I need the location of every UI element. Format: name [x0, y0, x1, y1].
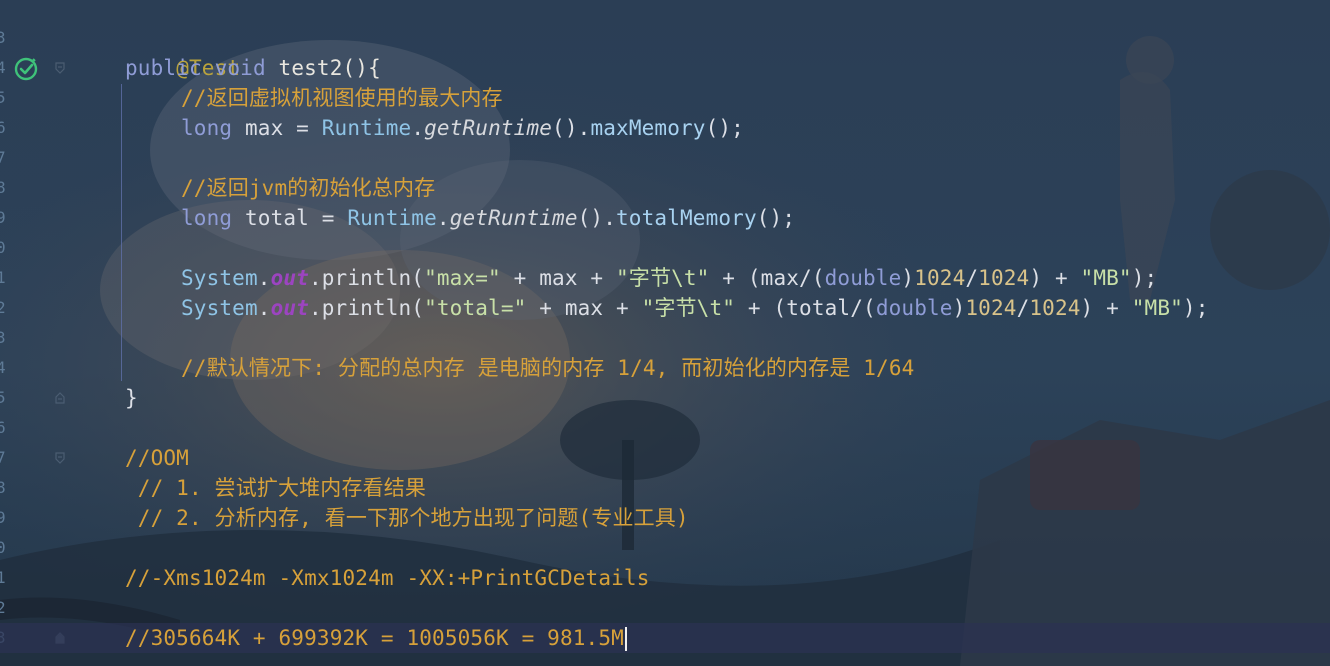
- code-line[interactable]: //默认情况下: 分配的总内存 是电脑的内存 1/4, 而初始化的内存是 1/6…: [181, 353, 914, 383]
- code-line[interactable]: @Test: [125, 23, 240, 80]
- keyword: void: [214, 56, 266, 80]
- code-line[interactable]: long total = Runtime.getRuntime().totalM…: [181, 203, 795, 233]
- code-text: /: [1016, 296, 1030, 320]
- code-line[interactable]: System.out.println("max=" + max + "字节\t"…: [181, 263, 1157, 293]
- class-name: Runtime: [321, 116, 412, 140]
- method-declaration: test2(){: [278, 56, 381, 80]
- code-text: /: [965, 266, 979, 290]
- string-literal: "字节\t": [641, 296, 736, 320]
- closing-brace: }: [125, 386, 138, 410]
- code-text: ) +: [1080, 296, 1132, 320]
- comment: //-Xms1024m -Xmx1024m -XX:+PrintGCDetail…: [125, 566, 650, 590]
- static-method: getRuntime: [449, 206, 578, 230]
- static-field: out: [270, 296, 309, 320]
- static-method: getRuntime: [424, 116, 553, 140]
- number-literal: 1024: [1029, 296, 1081, 320]
- code-text: );: [1131, 266, 1158, 290]
- class-name: System: [181, 266, 258, 290]
- code-text: .println(: [308, 266, 425, 290]
- code-line[interactable]: long max = Runtime.getRuntime().maxMemor…: [181, 113, 744, 143]
- text-cursor: [624, 627, 627, 651]
- code-text: + (max/(: [709, 266, 825, 290]
- comment: //返回虚拟机视图使用的最大内存: [181, 86, 503, 110]
- comment: // 2. 分析内存, 看一下那个地方出现了问题(专业工具): [125, 506, 689, 530]
- code-text: ) +: [1029, 266, 1081, 290]
- code-text: );: [1182, 296, 1209, 320]
- code-text: ().: [577, 206, 617, 230]
- number-literal: 1024: [914, 266, 966, 290]
- code-text: ): [901, 266, 915, 290]
- string-literal: "字节\t": [616, 266, 710, 290]
- comment: // 1. 尝试扩大堆内存看结果: [125, 476, 427, 500]
- string-literal: "total=": [424, 296, 527, 320]
- code-text: max =: [232, 116, 322, 140]
- keyword: long: [181, 116, 233, 140]
- code-text: .: [257, 266, 271, 290]
- code-line[interactable]: //返回虚拟机视图使用的最大内存: [181, 83, 503, 113]
- code-text: .: [257, 296, 271, 320]
- keyword: double: [875, 296, 953, 320]
- code-line[interactable]: }: [125, 383, 138, 413]
- code-text: ().: [552, 116, 591, 140]
- method-call: maxMemory: [590, 116, 706, 140]
- number-literal: 1024: [978, 266, 1030, 290]
- static-field: out: [270, 266, 309, 290]
- code-text: .: [436, 206, 450, 230]
- string-literal: "MB": [1131, 296, 1183, 320]
- comment: //默认情况下: 分配的总内存 是电脑的内存 1/4, 而初始化的内存是 1/6…: [181, 356, 915, 380]
- comment: //返回jvm的初始化总内存: [181, 176, 436, 200]
- code-text: + max +: [526, 296, 642, 320]
- comment: //305664K + 699392K = 1005056K = 981.5M: [125, 626, 624, 650]
- code-text: .println(: [308, 296, 425, 320]
- number-literal: 1024: [965, 296, 1017, 320]
- code-line[interactable]: //返回jvm的初始化总内存: [181, 173, 435, 203]
- class-name: Runtime: [347, 206, 437, 230]
- code-line[interactable]: //OOM: [125, 443, 189, 473]
- code-text: ();: [756, 206, 796, 230]
- code-area[interactable]: @Test public void test2(){ //返回虚拟机视图使用的最…: [0, 0, 1330, 666]
- code-line-current[interactable]: //305664K + 699392K = 1005056K = 981.5M: [125, 623, 627, 653]
- method-call: totalMemory: [616, 206, 757, 230]
- string-literal: "MB": [1080, 266, 1132, 290]
- code-text: ): [952, 296, 966, 320]
- code-line[interactable]: // 1. 尝试扩大堆内存看结果: [125, 473, 426, 503]
- code-text: total =: [232, 206, 348, 230]
- code-line[interactable]: //-Xms1024m -Xmx1024m -XX:+PrintGCDetail…: [125, 563, 650, 593]
- code-text: ();: [705, 116, 744, 140]
- comment: //OOM: [125, 446, 189, 470]
- class-name: System: [181, 296, 258, 320]
- code-text: + (total/(: [735, 296, 876, 320]
- keyword: public: [125, 56, 202, 80]
- keyword: double: [824, 266, 902, 290]
- code-text: .: [411, 116, 425, 140]
- code-text: + max +: [500, 266, 616, 290]
- string-literal: "max=": [424, 266, 501, 290]
- code-line[interactable]: System.out.println("total=" + max + "字节\…: [181, 293, 1209, 323]
- code-line[interactable]: public void test2(){: [125, 53, 381, 83]
- keyword: long: [181, 206, 233, 230]
- code-line[interactable]: // 2. 分析内存, 看一下那个地方出现了问题(专业工具): [125, 503, 689, 533]
